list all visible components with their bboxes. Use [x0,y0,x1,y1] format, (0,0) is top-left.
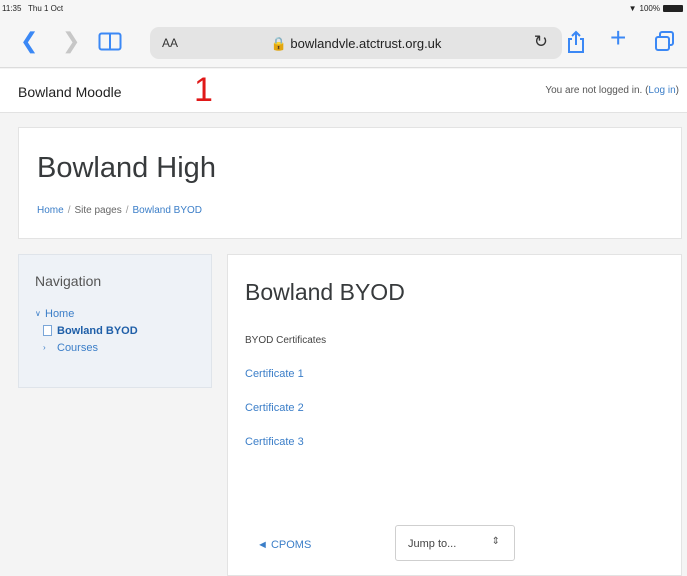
jump-to-select[interactable]: Jump to... ⇕ [395,525,515,561]
url-value: bowlandvle.atctrust.org.uk [290,36,442,51]
login-info: You are not logged in. (Log in) [545,85,679,96]
battery-icon [663,5,683,12]
content-title: Bowland BYOD [245,279,405,305]
login-link[interactable]: Log in [648,85,675,96]
lock-icon: 🔒 [270,36,287,51]
status-date: Thu 1 Oct [27,4,64,13]
main-content: Bowland BYOD BYOD Certificates Certifica… [227,254,682,576]
jump-to-label: Jump to... [408,538,457,550]
annotation-number: 1 [194,71,213,109]
page-title: Bowland High [37,152,216,184]
breadcrumb: Home / Site pages / Bowland BYOD [37,205,202,216]
status-time: 11:35 [2,4,22,13]
status-indicators: ▼ 100% [629,4,683,13]
address-bar[interactable]: AA 🔒 bowlandvle.atctrust.org.uk ↻ [150,27,562,59]
browser-toolbar: ❮ ❯ AA 🔒 bowlandvle.atctrust.org.uk ↻ + [0,18,687,68]
login-prefix: You are not logged in. ( [545,85,649,96]
site-navbar: Bowland Moodle 1 You are not logged in. … [0,69,687,113]
previous-activity-link[interactable]: ◄ CPOMS [257,539,311,551]
select-arrows-icon: ⇕ [491,536,500,547]
status-time-date: 11:35 Thu 1 Oct [2,4,63,13]
back-button[interactable]: ❮ [20,30,38,52]
nav-item-label: Bowland BYOD [57,324,138,337]
new-tab-button[interactable]: + [610,24,626,52]
nav-item-label: Home [45,307,75,320]
certificate-2-link[interactable]: Certificate 2 [245,402,304,414]
nav-item-home[interactable]: ∨ Home [35,305,138,322]
nav-item-label: Courses [57,341,98,354]
tabs-button[interactable] [655,31,675,51]
page-header: Bowland High Home / Site pages / Bowland BYO… [18,127,682,239]
section-label: BYOD Certificates [245,335,327,346]
reload-icon[interactable]: ↻ [534,32,548,52]
status-bar: 11:35 Thu 1 Oct ▼ 100% [0,0,687,18]
wifi-icon: ▼ [628,4,637,13]
forward-button[interactable]: ❯ [62,30,80,52]
login-suffix: ) [675,85,679,96]
share-icon [568,30,584,53]
chevron-right-icon: › [43,343,46,352]
page-icon [43,325,52,336]
breadcrumb-home[interactable]: Home [37,205,64,216]
certificate-3-link[interactable]: Certificate 3 [245,436,304,448]
share-button[interactable] [565,30,587,54]
site-brand[interactable]: Bowland Moodle [18,84,122,100]
breadcrumb-current[interactable]: Bowland BYOD [133,205,202,216]
breadcrumb-site-pages: Site pages [74,205,122,216]
url-text: 🔒 bowlandvle.atctrust.org.uk [150,36,562,52]
chevron-down-icon: ∨ [35,309,41,318]
navigation-block: Navigation ∨ Home Bowland BYOD › Courses [18,254,212,388]
book-icon [98,32,122,51]
battery-percent: 100% [639,4,660,13]
navigation-title: Navigation [35,273,102,289]
bookmarks-button[interactable] [98,32,122,51]
nav-item-bowland-byod[interactable]: Bowland BYOD [35,322,138,339]
certificate-1-link[interactable]: Certificate 1 [245,368,304,380]
nav-item-courses[interactable]: › Courses [35,339,138,356]
navigation-tree: ∨ Home Bowland BYOD › Courses [35,305,138,356]
